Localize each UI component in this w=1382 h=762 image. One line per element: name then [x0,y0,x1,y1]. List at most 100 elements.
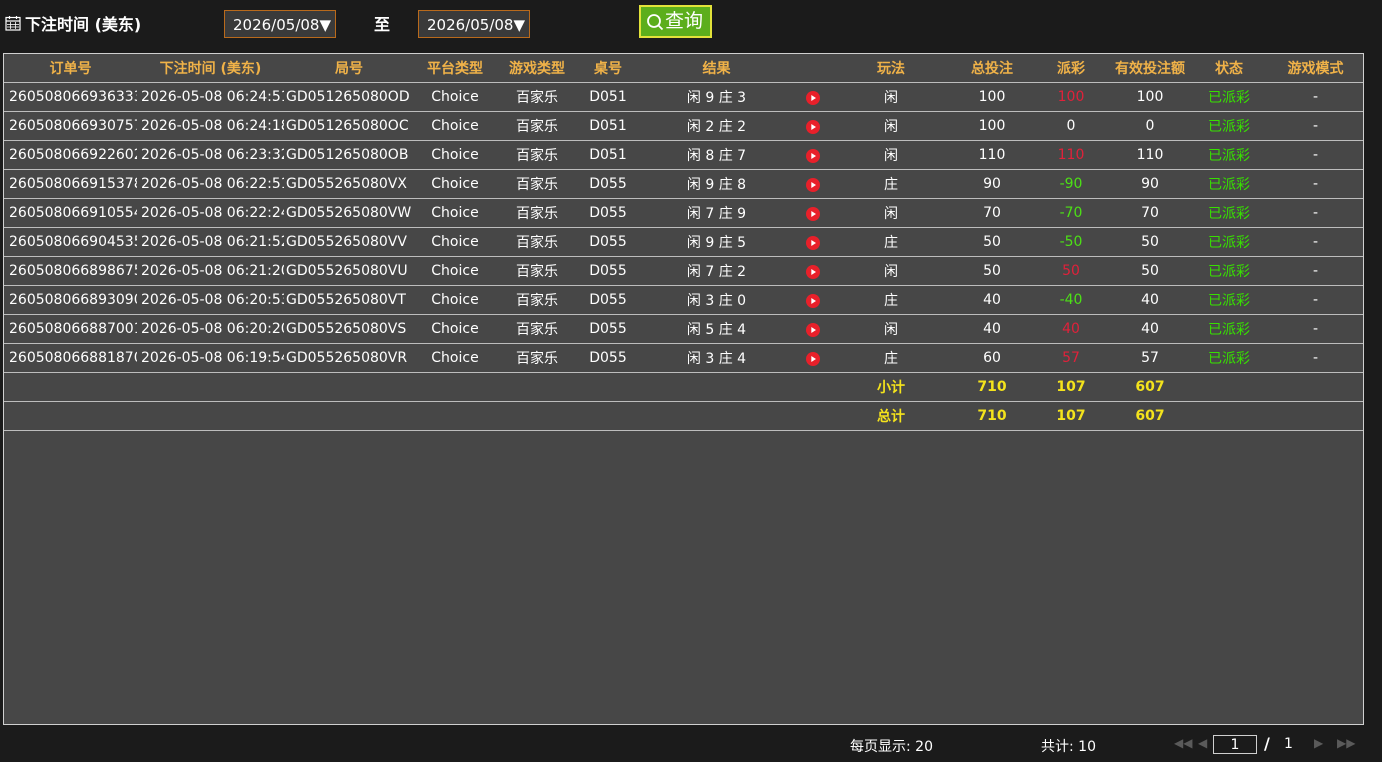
status-cell: 已派彩 [1190,343,1268,373]
payout-cell: 50 [1032,256,1110,286]
play-video-icon[interactable] [805,352,820,366]
result-cell: 闲 7 庄 9 [638,198,795,228]
valid-bet-cell: 70 [1110,198,1190,228]
page-number-input[interactable] [1213,735,1257,754]
game-type-cell: 百家乐 [496,111,578,141]
play-video-icon[interactable] [805,207,820,221]
play-video-icon[interactable] [805,294,820,308]
summary-spacer [4,372,830,402]
play-video-icon[interactable] [805,149,820,163]
game-mode-cell: - [1268,256,1363,286]
last-page-icon[interactable]: ▶▶ [1337,736,1355,750]
filter-bar: 下注时间 (美东) 2026/05/08▼ 至 2026/05/08▼ 查询 [0,0,1382,52]
platform-cell: Choice [414,343,496,373]
round-id-cell: GD055265080VV [284,227,414,257]
total-bet-cell: 50 [952,256,1032,286]
replay-cell[interactable] [795,256,830,286]
prev-page-icon[interactable]: ◀ [1198,736,1207,750]
play-video-icon[interactable] [805,91,820,105]
round-id-cell: GD055265080VU [284,256,414,286]
play-cell: 闲 [830,140,952,170]
total-row: 总计 710 107 607 [4,401,1363,431]
order-id-cell: 260508066910554 [4,198,137,228]
replay-cell[interactable] [795,140,830,170]
replay-cell[interactable] [795,314,830,344]
query-button[interactable]: 查询 [639,5,712,38]
order-id-cell: 260508066915378 [4,169,137,199]
replay-cell[interactable] [795,82,830,112]
valid-bet-cell: 40 [1110,285,1190,315]
play-video-icon[interactable] [805,178,820,192]
play-video-icon[interactable] [805,265,820,279]
bet-time-cell: 2026-05-08 06:22:51 [137,169,284,199]
platform-cell: Choice [414,314,496,344]
payout-cell: -90 [1032,169,1110,199]
subtotal-label: 小计 [830,372,952,402]
next-page-icon[interactable]: ▶ [1314,736,1323,750]
result-cell: 闲 5 庄 4 [638,314,795,344]
order-id-cell: 260508066904535 [4,227,137,257]
subtotal-row: 小计 710 107 607 [4,372,1363,402]
subtotal-valid-bet: 607 [1110,372,1190,402]
bet-time-cell: 2026-05-08 06:21:52 [137,227,284,257]
subtotal-bet: 710 [952,372,1032,402]
status-cell: 已派彩 [1190,227,1268,257]
summary-spacer [4,401,830,431]
replay-cell[interactable] [795,169,830,199]
replay-cell[interactable] [795,343,830,373]
table-no-cell: D051 [578,111,638,141]
payout-cell: 40 [1032,314,1110,344]
bet-time-cell: 2026-05-08 06:20:20 [137,314,284,344]
table-no-cell: D055 [578,285,638,315]
round-id-cell: GD055265080VW [284,198,414,228]
game-type-cell: 百家乐 [496,198,578,228]
col-table-no: 桌号 [578,54,638,83]
date-to-select[interactable]: 2026/05/08▼ [418,10,530,38]
replay-cell[interactable] [795,285,830,315]
status-cell: 已派彩 [1190,314,1268,344]
table-row: 260508066910554 2026-05-08 06:22:24 GD0552… [4,198,1363,228]
bet-time-cell: 2026-05-08 06:24:51 [137,82,284,112]
result-cell: 闲 3 庄 0 [638,285,795,315]
result-cell: 闲 2 庄 2 [638,111,795,141]
replay-cell[interactable] [795,227,830,257]
calendar-icon [5,16,21,31]
table-no-cell: D055 [578,227,638,257]
total-bet-cell: 60 [952,343,1032,373]
game-mode-cell: - [1268,285,1363,315]
status-cell: 已派彩 [1190,169,1268,199]
status-cell: 已派彩 [1190,140,1268,170]
order-id-cell: 260508066922602 [4,140,137,170]
valid-bet-cell: 50 [1110,256,1190,286]
col-replay [795,54,830,83]
first-page-icon[interactable]: ◀◀ [1174,736,1192,750]
play-cell: 闲 [830,111,952,141]
bet-records-table: 订单号 下注时间 (美东) 局号 平台类型 游戏类型 桌号 结果 玩法 总投注 … [4,54,1363,431]
filter-title: 下注时间 (美东) [25,15,142,34]
replay-cell[interactable] [795,111,830,141]
play-cell: 闲 [830,314,952,344]
bet-records-table-panel: 订单号 下注时间 (美东) 局号 平台类型 游戏类型 桌号 结果 玩法 总投注 … [3,53,1364,725]
payout-cell: -40 [1032,285,1110,315]
play-video-icon[interactable] [805,236,820,250]
col-valid-bet: 有效投注额 [1110,54,1190,83]
play-video-icon[interactable] [805,120,820,134]
play-cell: 庄 [830,285,952,315]
date-from-select[interactable]: 2026/05/08▼ [224,10,336,38]
game-type-cell: 百家乐 [496,285,578,315]
total-label: 总计 [830,401,952,431]
col-round-id: 局号 [284,54,414,83]
order-id-cell: 260508066898675 [4,256,137,286]
col-payout: 派彩 [1032,54,1110,83]
table-summary: 小计 710 107 607 总计 710 107 607 [4,372,1363,431]
status-cell: 已派彩 [1190,111,1268,141]
status-cell: 已派彩 [1190,256,1268,286]
total-bet-cell: 90 [952,169,1032,199]
col-game-mode: 游戏模式 [1268,54,1363,83]
bet-time-cell: 2026-05-08 06:23:32 [137,140,284,170]
game-type-cell: 百家乐 [496,227,578,257]
game-type-cell: 百家乐 [496,169,578,199]
replay-cell[interactable] [795,198,830,228]
valid-bet-cell: 50 [1110,227,1190,257]
play-video-icon[interactable] [805,323,820,337]
